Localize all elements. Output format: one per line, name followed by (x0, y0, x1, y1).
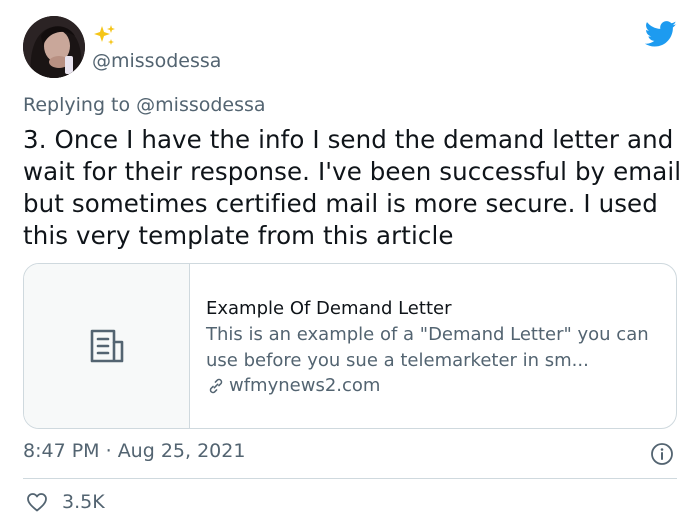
divider (23, 478, 677, 479)
link-card-domain: wfmynews2.com (206, 375, 676, 396)
document-icon (90, 329, 123, 363)
avatar[interactable] (23, 16, 85, 78)
link-card-thumbnail (24, 264, 190, 428)
link-card-body: Example Of Demand Letter This is an exam… (190, 264, 676, 428)
replying-to-mention[interactable]: @missodessa (136, 94, 265, 116)
link-card-title: Example Of Demand Letter (206, 298, 452, 319)
like-count: 3.5K (62, 491, 105, 513)
link-card-domain-text: wfmynews2.com (229, 375, 381, 396)
link-card-description: This is an example of a "Demand Letter" … (206, 324, 649, 371)
tweet-text: 3. Once I have the info I send the deman… (23, 125, 682, 250)
tweet-time: 8:47 PM (23, 440, 100, 462)
timestamp-separator: · (99, 440, 118, 462)
tweet-date: Aug 25, 2021 (117, 440, 246, 462)
twitter-bird-icon[interactable] (645, 18, 677, 50)
author-handle[interactable]: @missodessa (92, 50, 221, 72)
avatar-photo (23, 16, 85, 78)
replying-to: Replying to @missodessa (23, 94, 266, 116)
link-card[interactable]: Example Of Demand Letter This is an exam… (23, 263, 677, 429)
link-icon (209, 378, 223, 393)
heart-icon (27, 493, 47, 512)
info-icon[interactable] (650, 442, 674, 466)
replying-to-label: Replying to (23, 94, 137, 116)
sparkles-icon (94, 25, 115, 45)
tweet-header: @missodessa (23, 16, 683, 80)
tweet-timestamp[interactable]: 8:47 PM · Aug 25, 2021 (23, 440, 245, 462)
like-button[interactable]: 3.5K (25, 490, 105, 514)
